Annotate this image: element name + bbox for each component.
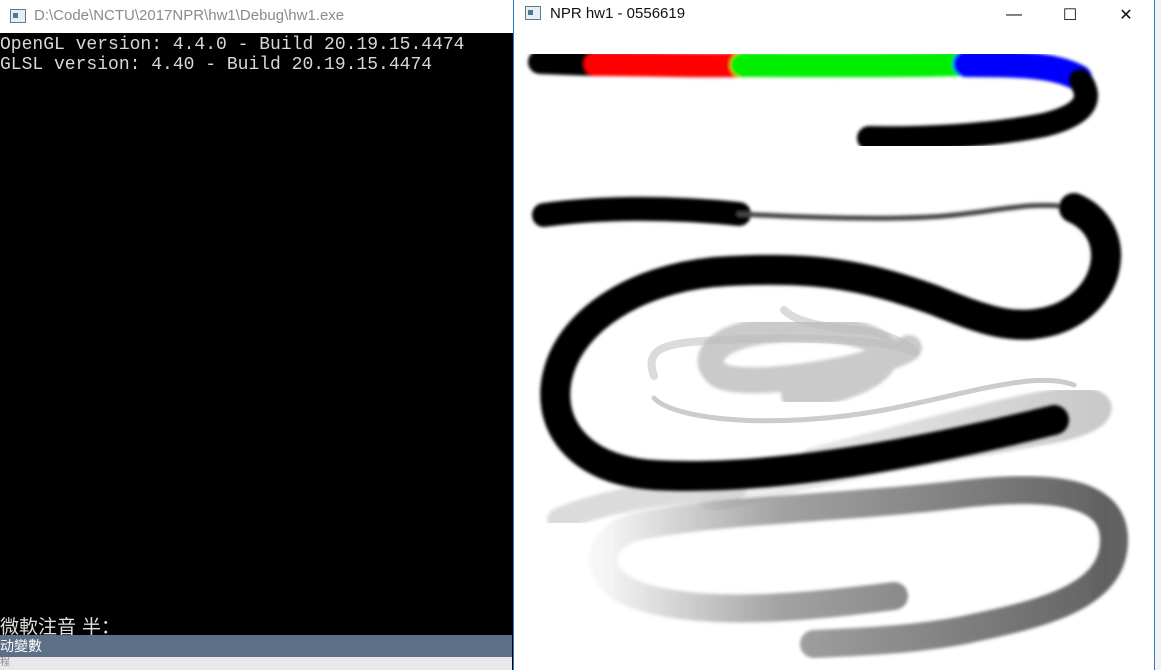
gray-s-stroke [589,476,1129,658]
console-output[interactable]: OpenGL version: 4.4.0 - Build 20.19.15.4… [0,35,512,638]
npr-window-title: NPR hw1 - 0556619 [550,5,686,22]
black-stroke-head [532,196,751,227]
console-line-opengl: OpenGL version: 4.4.0 - Build 20.19.15.4… [0,35,465,55]
desktop-edge [1155,0,1161,670]
console-app-icon [10,9,26,23]
npr-app-icon [525,6,541,20]
gray-small-loop [697,315,922,408]
console-window: D:\Code\NCTU\2017NPR\hw1\Debug\hw1.exe O… [0,0,520,670]
minimize-icon: — [1006,6,1022,23]
console-status-bar: 动變數 [0,635,512,657]
console-line-glsl: GLSL version: 4.40 - Build 20.19.15.4474 [0,55,433,75]
close-icon: ✕ [1119,7,1133,24]
maximize-button[interactable]: ☐ [1042,0,1098,30]
stroke-black-hook [857,68,1098,151]
npr-titlebar[interactable]: NPR hw1 - 0556619 — ☐ ✕ [514,0,1154,30]
console-window-title: D:\Code\NCTU\2017NPR\hw1\Debug\hw1.exe [34,7,345,24]
stroke-blue [953,51,1092,91]
color-stroke-top [528,50,1098,151]
console-bottom-strip: 程 [0,657,512,670]
maximize-icon: ☐ [1062,7,1078,24]
thin-dotted-segment [736,202,1077,221]
minimize-button[interactable]: — [986,0,1042,30]
drawing-canvas[interactable] [514,30,1154,670]
console-titlebar[interactable]: D:\Code\NCTU\2017NPR\hw1\Debug\hw1.exe [0,0,520,33]
stroke-green [730,52,976,78]
npr-window: NPR hw1 - 0556619 — ☐ ✕ [513,0,1155,670]
stroke-red [584,52,752,78]
close-button[interactable]: ✕ [1098,0,1154,30]
gray-s-main [589,476,1129,658]
